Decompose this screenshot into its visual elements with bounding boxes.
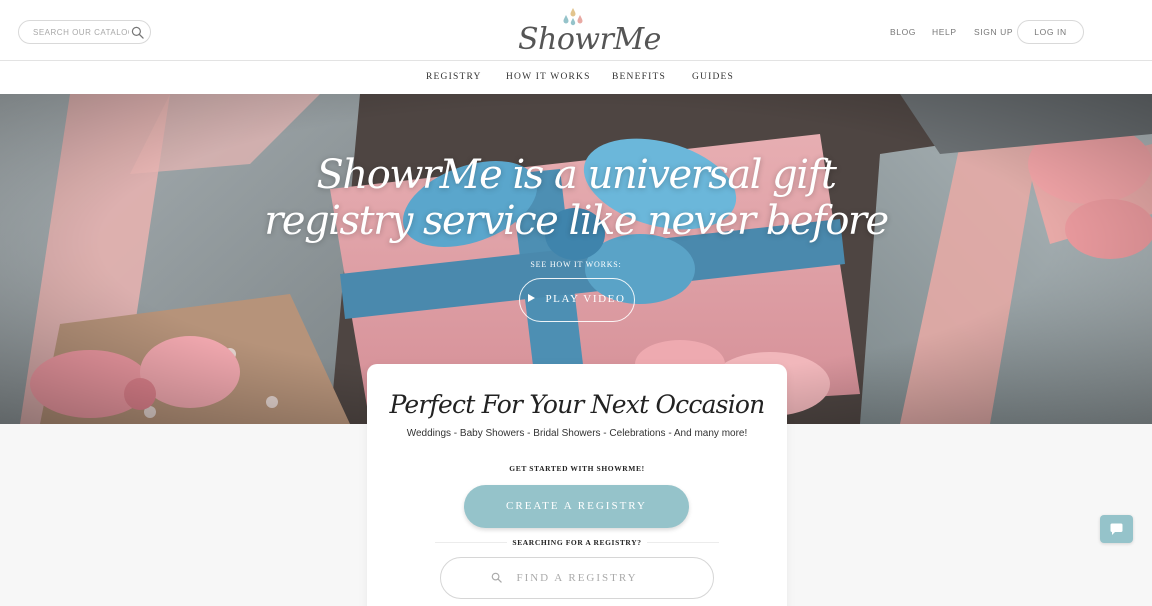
site-header: ShowrMe BLOG HELP SIGN UP LOG IN bbox=[0, 0, 1152, 61]
help-link[interactable]: HELP bbox=[932, 27, 957, 37]
search-icon[interactable] bbox=[131, 26, 144, 39]
chat-icon bbox=[1110, 523, 1123, 535]
find-registry-label: FIND A REGISTRY bbox=[516, 572, 638, 584]
logo[interactable]: ShowrMe bbox=[518, 6, 661, 57]
hero-title-line2: registry service like never before bbox=[264, 198, 889, 244]
searching-label: SEARCHING FOR A REGISTRY? bbox=[507, 538, 647, 547]
nav-benefits[interactable]: BENEFITS bbox=[612, 72, 666, 82]
card-subtitle: Weddings - Baby Showers - Bridal Showers… bbox=[406, 428, 748, 439]
card-title: Perfect For Your Next Occasion bbox=[389, 390, 766, 419]
get-started-label: GET STARTED WITH SHOWRME! bbox=[509, 464, 645, 473]
blog-link[interactable]: BLOG bbox=[890, 27, 916, 37]
find-registry-button[interactable]: FIND A REGISTRY bbox=[440, 557, 714, 599]
hero-title: ShowrMe is a universal gift registry ser… bbox=[0, 152, 1152, 244]
main-nav: REGISTRY HOW IT WORKS BENEFITS GUIDES bbox=[0, 61, 1152, 94]
play-video-label: PLAY VIDEO bbox=[545, 293, 626, 305]
hero-subtitle: SEE HOW IT WORKS: bbox=[530, 260, 622, 269]
chat-widget-button[interactable] bbox=[1100, 515, 1133, 543]
registry-card: Perfect For Your Next Occasion Weddings … bbox=[367, 364, 787, 606]
search-icon bbox=[491, 572, 502, 583]
nav-how-it-works[interactable]: HOW IT WORKS bbox=[506, 72, 591, 82]
catalog-search[interactable] bbox=[18, 20, 151, 44]
nav-guides[interactable]: GUIDES bbox=[692, 72, 734, 82]
logo-text: ShowrMe bbox=[518, 22, 661, 57]
signup-link[interactable]: SIGN UP bbox=[974, 27, 1013, 37]
play-icon bbox=[528, 294, 536, 302]
login-button[interactable]: LOG IN bbox=[1017, 20, 1084, 44]
create-registry-button[interactable]: CREATE A REGISTRY bbox=[464, 485, 689, 528]
search-input[interactable] bbox=[33, 24, 129, 40]
play-video-button[interactable]: PLAY VIDEO bbox=[519, 278, 635, 322]
hero-title-line1: ShowrMe is a universal gift bbox=[316, 152, 837, 198]
nav-registry[interactable]: REGISTRY bbox=[426, 72, 482, 82]
